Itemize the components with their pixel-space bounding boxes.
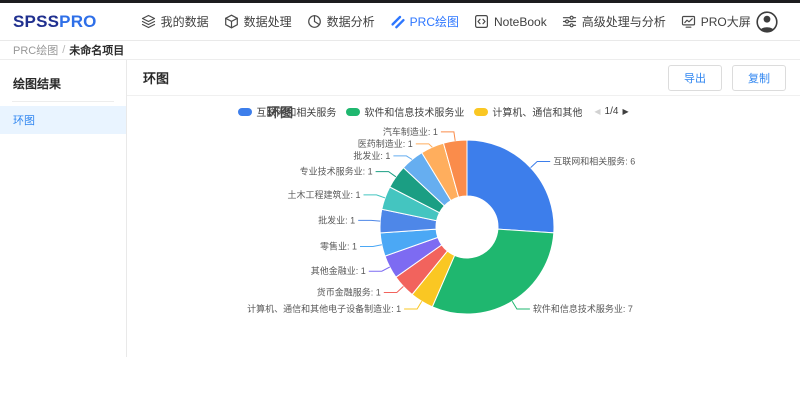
slice-label: 专业技术服务业: 1 (300, 166, 373, 177)
logo-spss: SPSS (13, 12, 59, 31)
slice-label: 汽车制造业: 1 (383, 126, 438, 137)
slice-label-line (416, 144, 433, 147)
slice-label: 批发业: 1 (353, 150, 390, 161)
screen-icon (681, 14, 696, 29)
nav-item-advanced-analysis[interactable]: 高级处理与分析 (562, 13, 666, 30)
breadcrumb-separator: / (62, 44, 65, 56)
slice-label-line (376, 172, 396, 177)
nav-item-label: 我的数据 (161, 13, 209, 30)
pie-icon (307, 14, 322, 29)
slice-label-line (531, 162, 551, 168)
cube-icon (224, 14, 239, 29)
main-nav: 我的数据 数据处理 数据分析 PRC绘图 NoteBook 高级处理与分析 PRO大屏 (141, 13, 756, 30)
breadcrumb-current: 未命名项目 (69, 42, 124, 58)
main-panel: 环图 导出 复制 环图 互联网和相关服务软件和信息技术服务业计算机、通信和其他◀… (127, 60, 800, 357)
nav-item-label: PRC绘图 (410, 13, 459, 30)
nav-item-prc-plot[interactable]: PRC绘图 (390, 13, 459, 30)
slice-label-line (364, 195, 386, 198)
sidebar-title: 绘图结果 (0, 70, 126, 101)
logo-pro: PRO (59, 12, 96, 31)
nav-item-label: 数据分析 (327, 13, 375, 30)
nav-item-label: 高级处理与分析 (582, 13, 666, 30)
slice-label: 土木工程建筑业: 1 (287, 189, 360, 200)
chart-area: 环图 互联网和相关服务软件和信息技术服务业计算机、通信和其他◀1/4▶ 互联网和… (127, 96, 800, 357)
slice-label-line (404, 301, 422, 309)
nav-item-label: 数据处理 (244, 13, 292, 30)
sidebar: 绘图结果 环图 (0, 60, 127, 357)
nav-item-data-analysis[interactable]: 数据分析 (307, 13, 375, 30)
slice-label: 零售业: 1 (320, 241, 357, 252)
slice-label-line (358, 220, 380, 221)
slice-label: 软件和信息技术服务业: 7 (533, 303, 633, 314)
slice-label-line (360, 245, 382, 247)
donut-slice-1[interactable] (432, 229, 554, 314)
layers-icon (141, 14, 156, 29)
nav-item-data-processing[interactable]: 数据处理 (224, 13, 292, 30)
donut-slice-0[interactable] (467, 140, 554, 233)
slice-label-line (393, 156, 412, 160)
sidebar-divider (12, 101, 114, 102)
slice-label: 批发业: 1 (318, 214, 355, 225)
main-header: 环图 导出 复制 (127, 60, 800, 96)
nav-item-pro-screen[interactable]: PRO大屏 (681, 13, 751, 30)
slice-label-line (369, 267, 390, 271)
breadcrumb-parent[interactable]: PRC绘图 (13, 42, 58, 58)
page-title: 环图 (143, 68, 169, 87)
user-avatar[interactable] (756, 11, 778, 33)
sliders-icon (562, 14, 577, 29)
slice-label: 其他金融业: 1 (311, 265, 366, 276)
slice-label-line (512, 301, 530, 309)
slice-label-line (441, 132, 455, 141)
user-avatar-icon (756, 11, 778, 33)
spsspro-logo[interactable]: SPSSPRO (13, 12, 97, 32)
copy-button[interactable]: 复制 (732, 65, 786, 91)
slice-label: 计算机、通信和其他电子设备制造业: 1 (247, 303, 401, 314)
slice-label: 互联网和相关服务: 6 (553, 156, 635, 167)
breadcrumb: PRC绘图 / 未命名项目 (0, 41, 800, 60)
slice-label: 医药制造业: 1 (358, 138, 413, 149)
donut-chart: 互联网和相关服务: 6 软件和信息技术服务业: 7 计算机、通信和其他电子设备制造业… (127, 96, 799, 357)
export-button[interactable]: 导出 (668, 65, 722, 91)
nav-item-label: PRO大屏 (701, 13, 751, 30)
nav-item-notebook[interactable]: NoteBook (474, 14, 547, 29)
top-navigation-bar: SPSSPRO 我的数据 数据处理 数据分析 PRC绘图 NoteBook 高级处理与分析… (0, 3, 800, 41)
brush-icon (390, 14, 405, 29)
slice-label: 货币金融服务: 1 (317, 287, 381, 298)
nav-item-my-data[interactable]: 我的数据 (141, 13, 209, 30)
nav-item-label: NoteBook (494, 15, 547, 29)
slice-label-line (384, 286, 404, 292)
sidebar-item-ring-chart[interactable]: 环图 (0, 106, 126, 134)
code-icon (474, 14, 489, 29)
